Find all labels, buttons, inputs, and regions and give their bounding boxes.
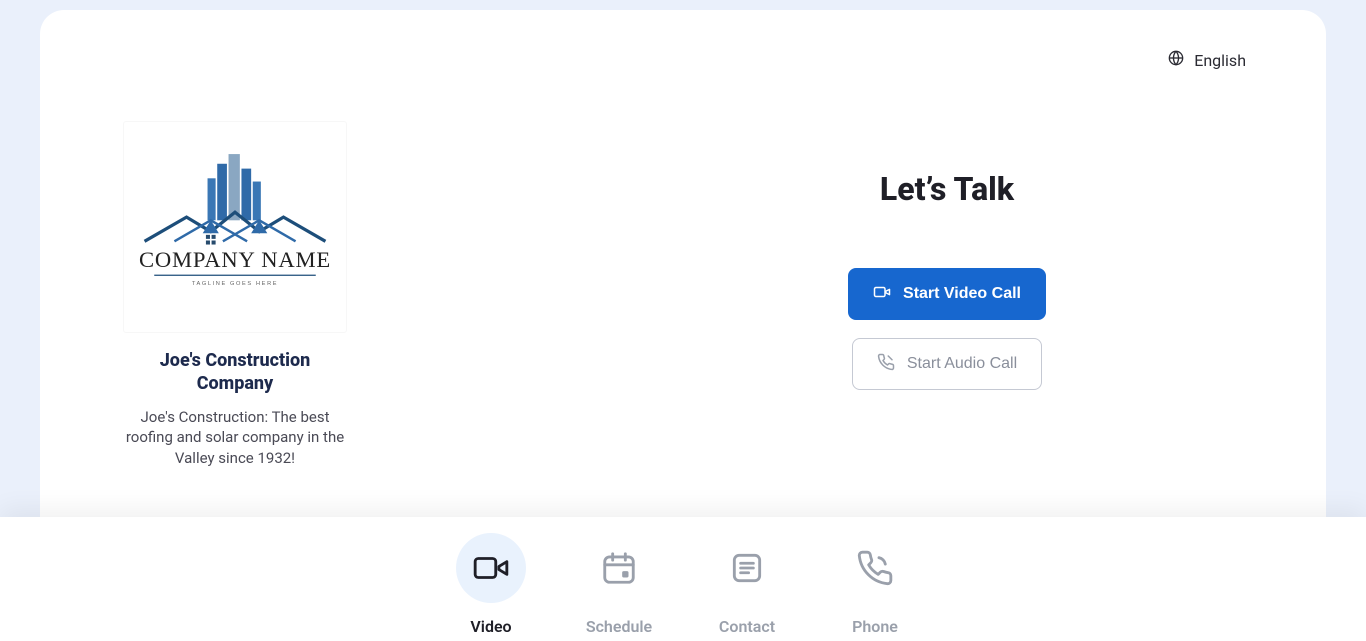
nav-video[interactable]: Video <box>451 533 531 636</box>
start-video-call-button[interactable]: Start Video Call <box>848 268 1046 320</box>
svg-text:TAGLINE GOES HERE: TAGLINE GOES HERE <box>192 281 278 287</box>
video-icon <box>873 283 891 306</box>
nav-schedule[interactable]: Schedule <box>579 533 659 636</box>
nav-video-label: Video <box>470 617 511 636</box>
globe-icon <box>1168 50 1184 70</box>
call-panel: Let’s Talk Start Video Call <box>697 170 1197 390</box>
video-icon <box>456 533 526 603</box>
calendar-icon <box>584 533 654 603</box>
phone-icon <box>877 353 895 376</box>
start-audio-call-button[interactable]: Start Audio Call <box>852 338 1042 390</box>
company-description: Joe's Construction: The best roofing and… <box>124 407 346 468</box>
bottom-nav: Video Schedule Contact <box>0 517 1366 641</box>
nav-phone[interactable]: Phone <box>835 533 915 636</box>
nav-schedule-label: Schedule <box>586 617 652 636</box>
nav-contact[interactable]: Contact <box>707 533 787 636</box>
nav-phone-label: Phone <box>852 617 898 636</box>
nav-contact-label: Contact <box>719 617 775 636</box>
company-name: Joe's Construction Company <box>124 350 346 395</box>
company-logo-svg: COMPANY NAME TAGLINE GOES HERE <box>130 146 340 308</box>
phone-outgoing-icon <box>840 533 910 603</box>
company-logo: COMPANY NAME TAGLINE GOES HERE <box>124 122 346 332</box>
language-selector[interactable]: English <box>1168 50 1246 70</box>
page-heading: Let’s Talk <box>697 170 1197 208</box>
document-icon <box>712 533 782 603</box>
company-panel: COMPANY NAME TAGLINE GOES HERE Joe's Con… <box>124 122 346 468</box>
svg-text:COMPANY NAME: COMPANY NAME <box>139 247 331 272</box>
start-video-call-label: Start Video Call <box>903 285 1021 303</box>
language-label: English <box>1194 51 1246 70</box>
start-audio-call-label: Start Audio Call <box>907 355 1017 373</box>
